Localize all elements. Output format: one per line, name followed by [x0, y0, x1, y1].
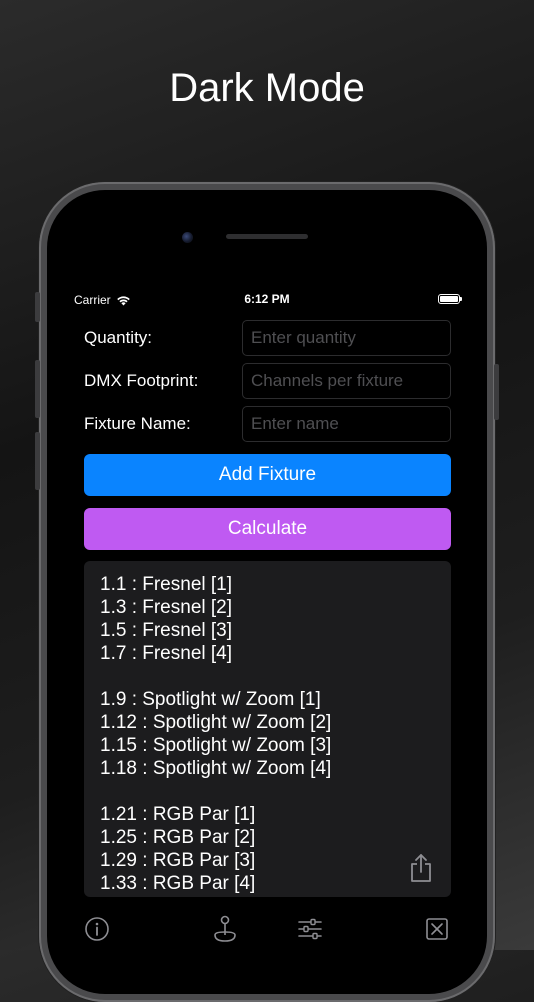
add-fixture-button[interactable]: Add Fixture: [84, 454, 451, 496]
joystick-button[interactable]: [211, 915, 239, 943]
results-list: 1.1 : Fresnel [1] 1.3 : Fresnel [2] 1.5 …: [100, 573, 331, 895]
sliders-icon: [298, 918, 322, 940]
result-item: 1.21 : RGB Par [1]: [100, 804, 256, 825]
fixture-name-row: Fixture Name:: [84, 406, 451, 442]
volume-up-button: [35, 360, 40, 418]
calculate-button[interactable]: Calculate: [84, 508, 451, 550]
result-item: 1.12 : Spotlight w/ Zoom [2]: [100, 712, 332, 733]
result-item: 1.1 : Fresnel [1]: [100, 574, 233, 595]
quantity-input[interactable]: [242, 320, 451, 356]
quantity-label: Quantity:: [84, 328, 153, 347]
silent-switch: [35, 292, 40, 322]
headline: Dark Mode: [169, 66, 365, 110]
power-button: [494, 364, 499, 420]
result-item: 1.3 : Fresnel [2]: [100, 597, 233, 618]
volume-down-button: [35, 432, 40, 490]
share-icon: [411, 854, 431, 882]
fixture-name-label: Fixture Name:: [84, 414, 191, 433]
share-button[interactable]: [409, 853, 433, 883]
app-screen: Carrier 6:12 PM Quantity: DMX Footprint:…: [64, 287, 470, 950]
earpiece-speaker: [226, 234, 308, 239]
result-item: 1.15 : Spotlight w/ Zoom [3]: [100, 735, 332, 756]
footprint-row: DMX Footprint:: [84, 363, 451, 399]
fixture-name-input[interactable]: [242, 406, 451, 442]
status-bar: Carrier 6:12 PM: [64, 287, 470, 311]
result-item: 1.5 : Fresnel [3]: [100, 620, 233, 641]
result-item: 1.33 : RGB Par [4]: [100, 873, 256, 894]
joystick-icon: [214, 915, 236, 942]
front-camera: [182, 232, 193, 243]
quantity-row: Quantity:: [84, 320, 451, 356]
clear-icon: [426, 918, 448, 940]
info-icon: [85, 917, 109, 941]
result-item: 1.9 : Spotlight w/ Zoom [1]: [100, 689, 321, 710]
bottom-toolbar: [64, 909, 470, 949]
result-item: 1.25 : RGB Par [2]: [100, 827, 256, 848]
result-item: 1.18 : Spotlight w/ Zoom [4]: [100, 758, 332, 779]
result-item: 1.29 : RGB Par [3]: [100, 850, 256, 871]
info-button[interactable]: [83, 915, 111, 943]
battery-icon: [438, 294, 462, 304]
clear-button[interactable]: [423, 915, 451, 943]
result-item: 1.7 : Fresnel [4]: [100, 643, 233, 664]
footprint-label: DMX Footprint:: [84, 371, 199, 390]
footprint-input[interactable]: [242, 363, 451, 399]
settings-button[interactable]: [296, 915, 324, 943]
results-panel[interactable]: 1.1 : Fresnel [1] 1.3 : Fresnel [2] 1.5 …: [84, 561, 451, 897]
status-time: 6:12 PM: [244, 292, 290, 306]
